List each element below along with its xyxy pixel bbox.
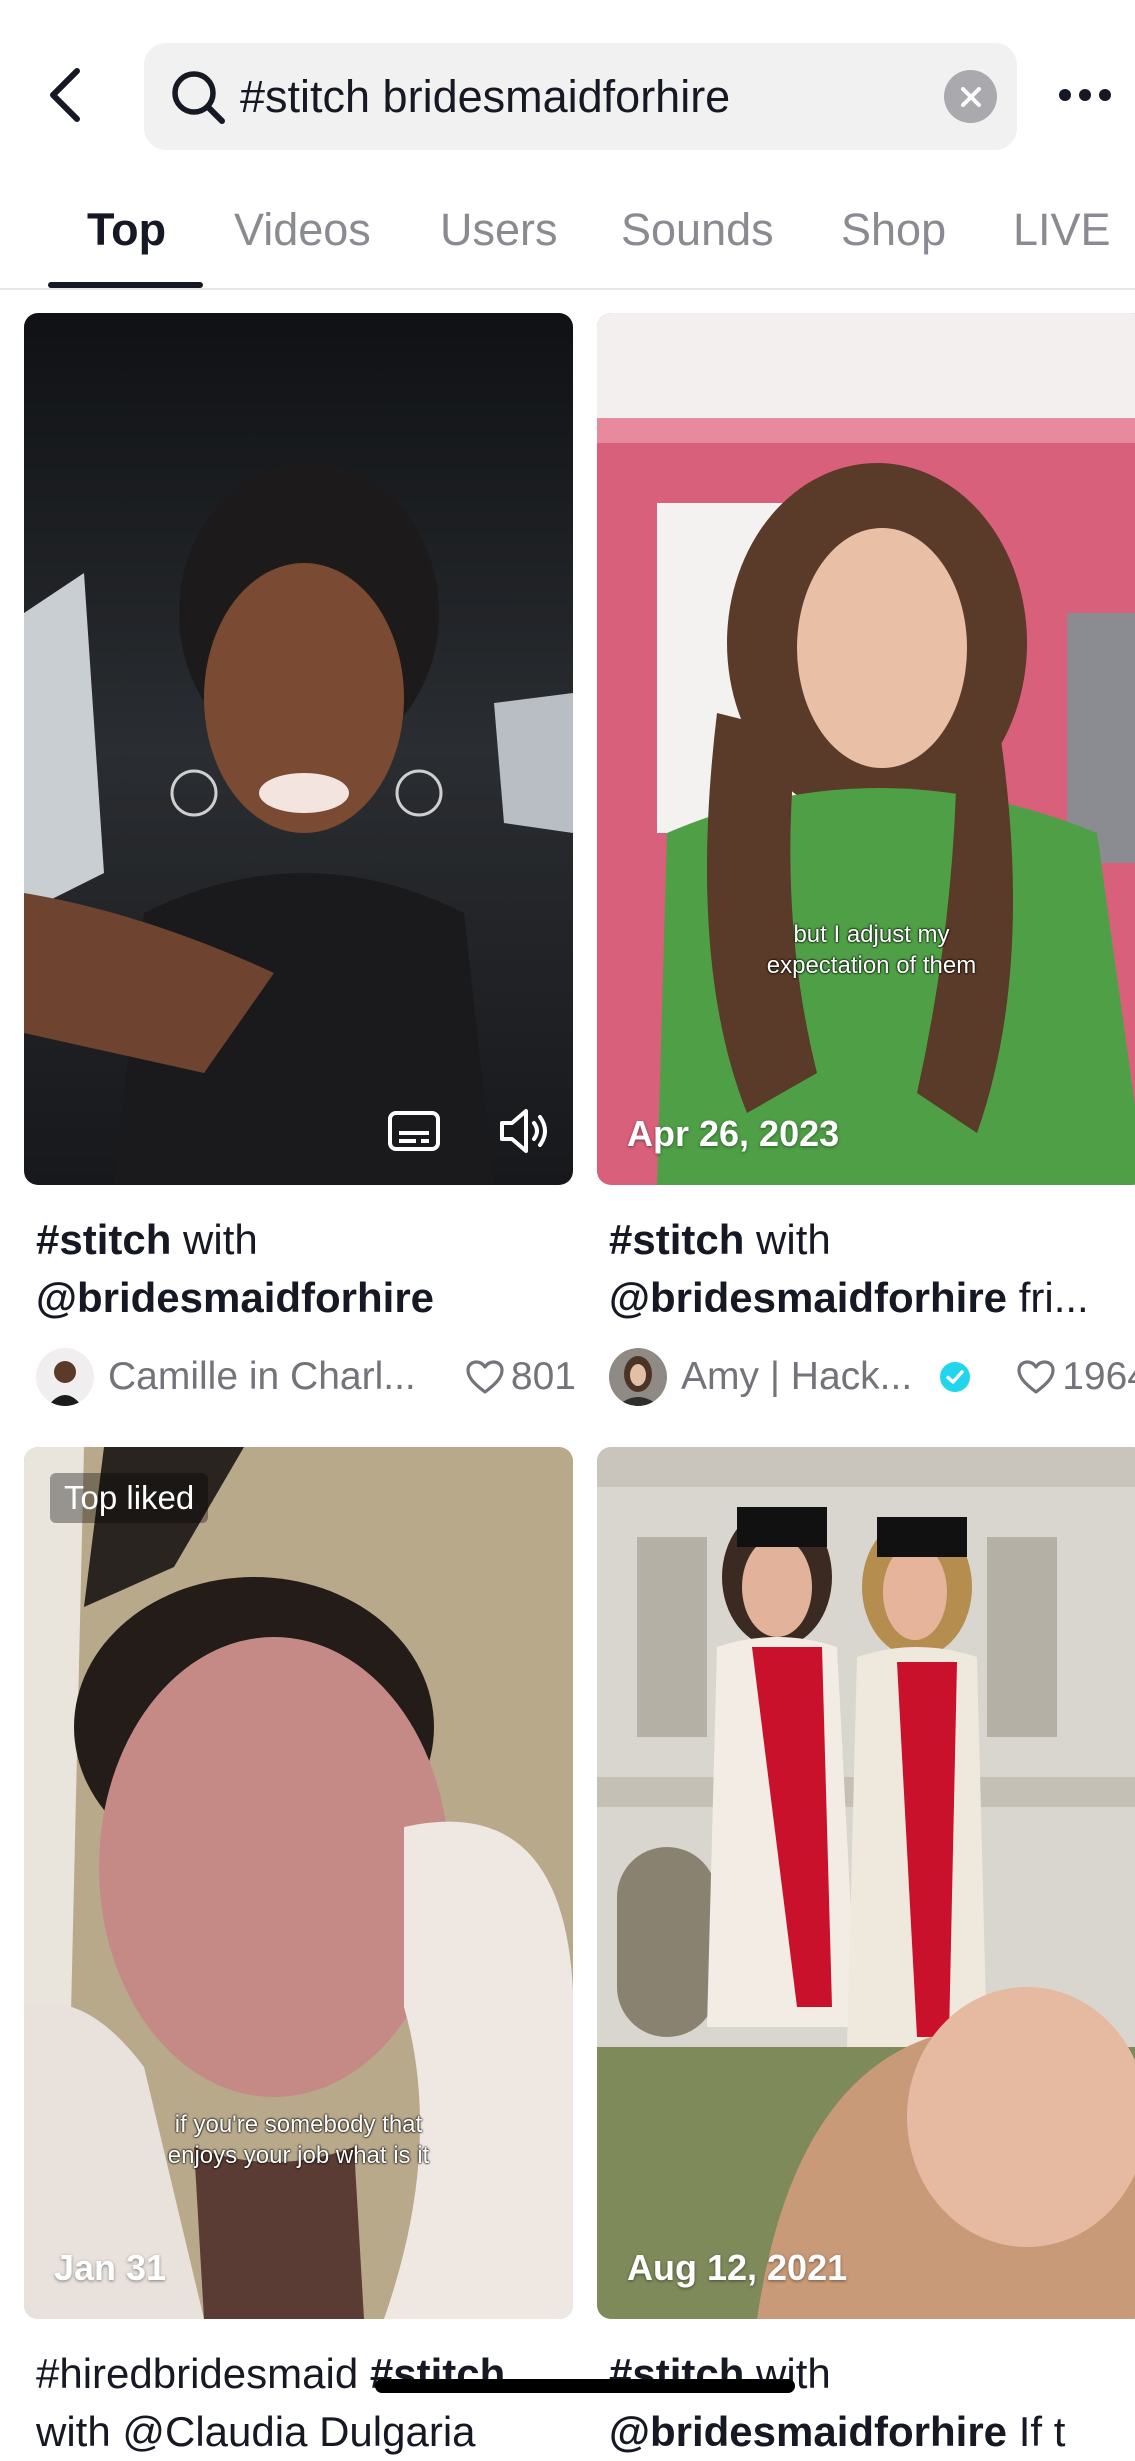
overlay-caption: if you're somebody that enjoys your job … [24,2109,573,2171]
video-meta: Amy | Hack... 1964 [609,1345,1135,1409]
avatar[interactable] [609,1348,667,1406]
search-header: #stitch bridesmaidforhire [0,0,1135,190]
overlay-caption-line: but I adjust my [793,921,950,948]
tab-live[interactable]: LIVE [1013,200,1111,260]
video-date: Apr 26, 2023 [627,1113,840,1154]
video-title[interactable]: #hiredbridesmaid #stitch with @Claudia D… [36,2345,576,2461]
author-name[interactable]: Camille in Charl... [108,1355,416,1399]
title-text: with [744,1216,831,1263]
video-thumbnail[interactable] [24,313,573,1185]
search-bar[interactable]: #stitch bridesmaidforhire [144,43,1017,150]
top-liked-badge: Top liked [50,1473,209,1523]
video-title[interactable]: #stitch with @bridesmaidforhire fri... [609,1211,1135,1327]
more-dot-icon [1079,89,1091,101]
title-line: #stitch with [609,1211,1135,1269]
clear-search-button[interactable] [944,70,997,123]
more-dot-icon [1099,89,1111,101]
overlay-caption-line: if you're somebody that [174,2111,423,2138]
mention-text: @bridesmaidforhire [609,1274,1008,1321]
active-tab-indicator [48,282,203,288]
tab-top[interactable]: Top [87,200,166,260]
video-title[interactable]: #stitch with @bridesmaidforhire If t [609,2345,1135,2461]
captions-icon[interactable] [384,1101,444,1161]
more-options-button[interactable] [1050,70,1120,120]
title-line: @bridesmaidforhire fri... [609,1269,1135,1327]
close-icon [960,86,981,107]
title-line: @bridesmaidforhire [36,1269,576,1327]
video-thumbnail[interactable]: but I adjust my expectation of them Apr … [597,313,1135,1185]
title-line: #hiredbridesmaid #stitch [36,2345,576,2403]
title-line: @bridesmaidforhire If t [609,2403,1135,2461]
thumbnail-image [597,313,1135,1185]
home-indicator[interactable] [375,2379,795,2393]
hashtag-text: #stitch [36,1216,172,1263]
search-input[interactable]: #stitch bridesmaidforhire [240,67,730,127]
video-thumbnail[interactable]: Aug 12, 2021 [597,1447,1135,2319]
title-text: If t [1007,2408,1066,2455]
tab-sounds[interactable]: Sounds [621,200,774,260]
heart-icon [466,1360,504,1394]
hashtag-text: #stitch [609,1216,745,1263]
tab-users[interactable]: Users [440,200,558,260]
author-name[interactable]: Amy | Hack... [681,1355,912,1399]
video-date: Jan 31 [54,2247,167,2288]
video-thumbnail[interactable]: Top liked if you're somebody that enjoys… [24,1447,573,2319]
thumbnail-image [24,313,573,1185]
like-count-value: 1964 [1062,1355,1135,1398]
tab-videos[interactable]: Videos [234,200,371,260]
title-text: with [171,1216,258,1263]
result-tabs: Top Videos Users Sounds Shop LIVE [0,190,1135,290]
title-text: #hiredbridesmaid [36,2350,370,2397]
title-line: #stitch with [36,1211,576,1269]
like-count-value: 801 [510,1355,576,1398]
more-dot-icon [1059,89,1071,101]
overlay-caption-line: expectation of them [766,952,977,979]
mention-text: @bridesmaidforhire [36,1274,435,1321]
volume-icon[interactable] [494,1101,554,1161]
back-button[interactable] [30,50,100,140]
overlay-caption: but I adjust my expectation of them [597,919,1135,981]
like-count: 801 [465,1355,576,1399]
title-line: with @Claudia Dulgaria [36,2408,476,2455]
chevron-left-icon [50,68,80,122]
video-title[interactable]: #stitch with @bridesmaidforhire [36,1211,576,1327]
video-meta: Camille in Charl... 801 [36,1345,576,1409]
mention-text: @bridesmaidforhire [609,2408,1008,2455]
avatar[interactable] [36,1348,94,1406]
thumbnail-image [24,1447,573,2319]
tab-shop[interactable]: Shop [841,200,946,260]
heart-icon [1017,1360,1055,1394]
search-icon [172,71,225,124]
overlay-caption-line: enjoys your job what is it [167,2142,430,2169]
like-count: 1964 [1016,1355,1135,1399]
video-date: Aug 12, 2021 [627,2247,848,2288]
title-line: #stitch with [609,2345,1135,2403]
verified-badge-icon [940,1362,971,1392]
thumbnail-image [597,1447,1135,2319]
title-text: fri... [1007,1274,1089,1321]
